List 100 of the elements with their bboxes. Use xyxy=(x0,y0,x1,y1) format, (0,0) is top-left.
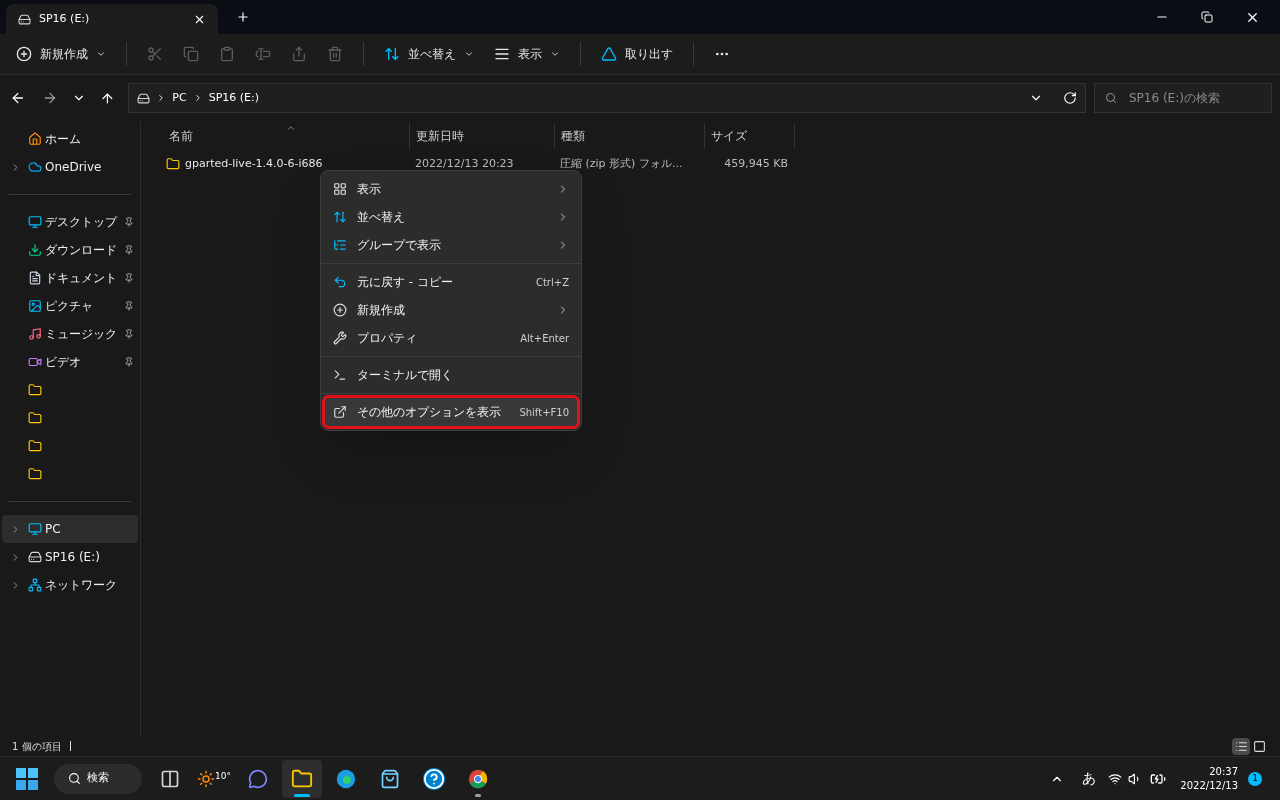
sidebar-item[interactable]: ダウンロード xyxy=(2,236,138,264)
search-field[interactable]: SP16 (E:)の検索 xyxy=(1093,83,1272,113)
column-header[interactable]: 種類 xyxy=(554,123,704,149)
taskbar-search[interactable]: 検索 xyxy=(54,763,142,794)
drive-icon xyxy=(137,91,151,105)
task-view-icon xyxy=(160,768,180,789)
folder-icon xyxy=(28,439,42,453)
refresh-icon[interactable] xyxy=(1062,91,1077,105)
start-icon[interactable] xyxy=(16,767,38,790)
sidebar-item[interactable]: SP16 (E:) xyxy=(2,543,138,571)
open-external-icon xyxy=(333,405,347,419)
pin-icon xyxy=(124,357,134,367)
table-cell-text: 2022/12/13 20:23 xyxy=(414,155,515,172)
folder-icon xyxy=(28,467,42,481)
menu-item[interactable]: プロパティ Alt+Enter xyxy=(325,324,577,352)
browser-icon xyxy=(335,767,357,790)
toolbar-button[interactable]: 取り出す xyxy=(593,38,681,70)
ime-indicator[interactable]: あ xyxy=(1082,768,1097,789)
copy-icon xyxy=(183,46,199,62)
menu-item[interactable]: 並べ替え xyxy=(325,203,577,231)
search-icon xyxy=(68,772,81,785)
share-icon xyxy=(291,46,307,62)
sidebar-item[interactable]: ミュージック xyxy=(2,320,138,348)
sidebar-item[interactable]: デスクトップ xyxy=(2,208,138,236)
folder-icon xyxy=(291,767,313,790)
sort-arrows-icon xyxy=(333,210,347,224)
grid-icon xyxy=(333,182,347,196)
eject-icon xyxy=(601,46,617,62)
tab-title: SP16 (E:) xyxy=(39,10,91,27)
picture-icon xyxy=(28,299,42,313)
details-view-button[interactable] xyxy=(1232,737,1250,755)
square-icon xyxy=(1252,739,1266,753)
restore-icon[interactable] xyxy=(1201,11,1213,23)
plus-circle-icon xyxy=(16,46,32,62)
clock[interactable]: 20:37 2022/12/13 xyxy=(1180,764,1238,793)
sort-caret-icon xyxy=(286,123,296,133)
menu-item[interactable]: その他のオプションを表示 Shift+F10 xyxy=(325,398,577,426)
sidebar-item[interactable]: ホーム xyxy=(2,125,138,153)
new-tab-icon[interactable] xyxy=(236,10,250,24)
column-header[interactable]: 名前 xyxy=(163,123,409,149)
notification-badge[interactable]: 1 xyxy=(1248,771,1262,786)
menu-item[interactable]: 元に戻す - コピー Ctrl+Z xyxy=(325,268,577,296)
running-indicator xyxy=(294,793,310,797)
chevron-icon xyxy=(550,49,560,59)
monitor-icon xyxy=(28,522,42,536)
menu-item[interactable]: 新規作成 xyxy=(325,296,577,324)
sidebar-item[interactable]: ネットワーク xyxy=(2,571,138,599)
wifi-icon[interactable] xyxy=(1108,771,1123,786)
column-header[interactable]: サイズ xyxy=(704,123,794,149)
table-cell-text: 459,945 KB xyxy=(723,155,789,172)
scissors-icon xyxy=(147,46,163,62)
pin-icon xyxy=(124,273,134,283)
taskbar-app[interactable]: 10° xyxy=(194,759,234,798)
taskbar-app[interactable] xyxy=(282,759,322,798)
running-indicator xyxy=(475,793,481,797)
home-icon xyxy=(28,132,42,146)
sidebar-item[interactable]: PC xyxy=(2,515,138,543)
breadcrumb[interactable]: PC xyxy=(172,89,187,107)
sidebar-item[interactable]: ピクチャ xyxy=(2,292,138,320)
desktop-icon xyxy=(28,215,42,229)
document-icon xyxy=(28,271,42,285)
drive-icon xyxy=(28,550,42,564)
sidebar-item[interactable]: ドキュメント xyxy=(2,264,138,292)
pin-icon xyxy=(124,245,134,255)
back-icon[interactable] xyxy=(10,90,26,106)
pin-icon xyxy=(124,217,134,227)
chat-icon xyxy=(248,768,268,789)
network-icon xyxy=(28,578,42,592)
clipboard-icon xyxy=(219,46,235,62)
folder-icon xyxy=(28,383,42,397)
zip-folder-icon xyxy=(166,157,180,171)
browser-icon xyxy=(467,767,489,790)
weather-widget[interactable]: 10° xyxy=(197,769,231,788)
menu-item[interactable]: グループで表示 xyxy=(325,231,577,259)
search-icon xyxy=(1104,92,1117,104)
wrench-icon xyxy=(333,331,347,345)
toolbar-button[interactable]: 並べ替え xyxy=(376,38,482,70)
file-name: gparted-live-1.4.0-6-i686 xyxy=(185,155,323,172)
undo-icon xyxy=(333,275,347,289)
help-icon xyxy=(423,767,445,790)
window-tab[interactable]: SP16 (E:) xyxy=(6,4,218,34)
menu-item[interactable]: ターミナルで開く xyxy=(325,361,577,389)
folder-icon xyxy=(28,411,42,425)
breadcrumb[interactable]: SP16 (E:) xyxy=(208,89,260,107)
address-bar[interactable]: PC SP16 (E:) xyxy=(128,83,1086,113)
toolbar-button[interactable]: 新規作成 xyxy=(8,38,114,70)
store-icon xyxy=(380,768,400,789)
toolbar-button[interactable]: 表示 xyxy=(486,38,568,70)
rename-icon xyxy=(255,46,271,62)
trash-icon xyxy=(327,46,343,62)
sidebar-item[interactable]: ビデオ xyxy=(2,348,138,376)
cloud-icon xyxy=(28,160,42,174)
list-icon xyxy=(1234,739,1248,753)
column-header[interactable]: 更新日時 xyxy=(409,123,554,149)
music-icon xyxy=(28,327,42,341)
sidebar-item[interactable]: OneDrive xyxy=(2,153,138,181)
up-icon[interactable] xyxy=(99,90,115,106)
download-icon xyxy=(28,243,42,257)
pin-icon xyxy=(124,301,134,311)
video-icon xyxy=(28,355,42,369)
